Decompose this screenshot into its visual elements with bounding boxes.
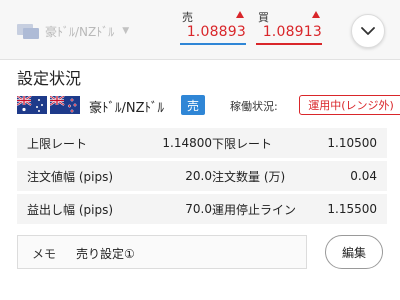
order-width-value: 20.0 (185, 169, 212, 183)
app-root: 豪ﾄﾞﾙ/NZﾄﾞﾙ ▼ 売 1.08893 買 1.08913 設定状況 豪ﾄ… (0, 0, 400, 300)
order-quantity-label: 注文数量 (万) (212, 169, 286, 184)
memo-label: メモ (32, 247, 57, 261)
currency-pair-select-label: 豪ﾄﾞﾙ/NZﾄﾞﾙ (45, 24, 115, 39)
status-badge: 運用中(レンジ外) (299, 95, 400, 115)
new-zealand-flag-icon (50, 96, 80, 114)
currency-pair-select[interactable]: 豪ﾄﾞﾙ/NZﾄﾞﾙ ▼ (17, 18, 147, 44)
lower-rate-label: 下限レート (212, 136, 273, 151)
sell-label: 売 (182, 11, 193, 24)
memo-box: メモ 売り設定① (17, 235, 307, 269)
sell-quote[interactable]: 売 1.08893 (180, 9, 246, 49)
pair-info-row: 豪ﾄﾞﾙ/NZﾄﾞﾙ 売 稼働状況: 運用中(レンジ外) (17, 93, 400, 117)
buy-quote[interactable]: 買 1.08913 (256, 9, 322, 49)
chevron-down-icon (361, 26, 375, 35)
sell-underline (180, 43, 246, 45)
upper-rate-value: 1.14800 (162, 136, 212, 150)
chevron-down-icon: ▼ (122, 26, 130, 36)
buy-underline (256, 43, 322, 45)
sell-price: 1.08893 (186, 24, 246, 40)
memo-value: 売り設定① (76, 247, 135, 261)
table-row: 上限レート 1.14800 下限レート 1.10500 (17, 128, 387, 158)
stop-line-label: 運用停止ライン (212, 202, 297, 217)
table-row: 益出し幅 (pips) 70.0 運用停止ライン 1.15500 (17, 194, 387, 224)
expand-button[interactable] (351, 14, 385, 48)
pair-flags-icon (17, 24, 39, 39)
order-quantity-value: 0.04 (350, 169, 377, 183)
lower-rate-value: 1.10500 (327, 136, 377, 150)
status-label: 稼働状況: (230, 100, 278, 113)
upper-rate-label: 上限レート (27, 136, 88, 151)
profit-width-value: 70.0 (185, 202, 212, 216)
buy-label: 買 (258, 11, 269, 24)
section-title: 設定状況 (17, 69, 82, 88)
currency-pair-name: 豪ﾄﾞﾙ/NZﾄﾞﾙ (89, 101, 165, 116)
stop-line-value: 1.15500 (327, 202, 377, 216)
australia-flag-icon (17, 96, 47, 114)
order-width-label: 注文値幅 (pips) (27, 169, 113, 184)
up-triangle-icon (236, 11, 244, 18)
rate-header: 豪ﾄﾞﾙ/NZﾄﾞﾙ ▼ 売 1.08893 買 1.08913 (0, 0, 400, 60)
edit-button[interactable]: 編集 (325, 235, 383, 269)
side-badge: 売 (181, 95, 205, 115)
settings-table: 上限レート 1.14800 下限レート 1.10500 注文値幅 (pips) … (17, 128, 387, 227)
up-triangle-icon (312, 11, 320, 18)
buy-price: 1.08913 (262, 24, 322, 40)
profit-width-label: 益出し幅 (pips) (27, 202, 113, 217)
table-row: 注文値幅 (pips) 20.0 注文数量 (万) 0.04 (17, 161, 387, 191)
